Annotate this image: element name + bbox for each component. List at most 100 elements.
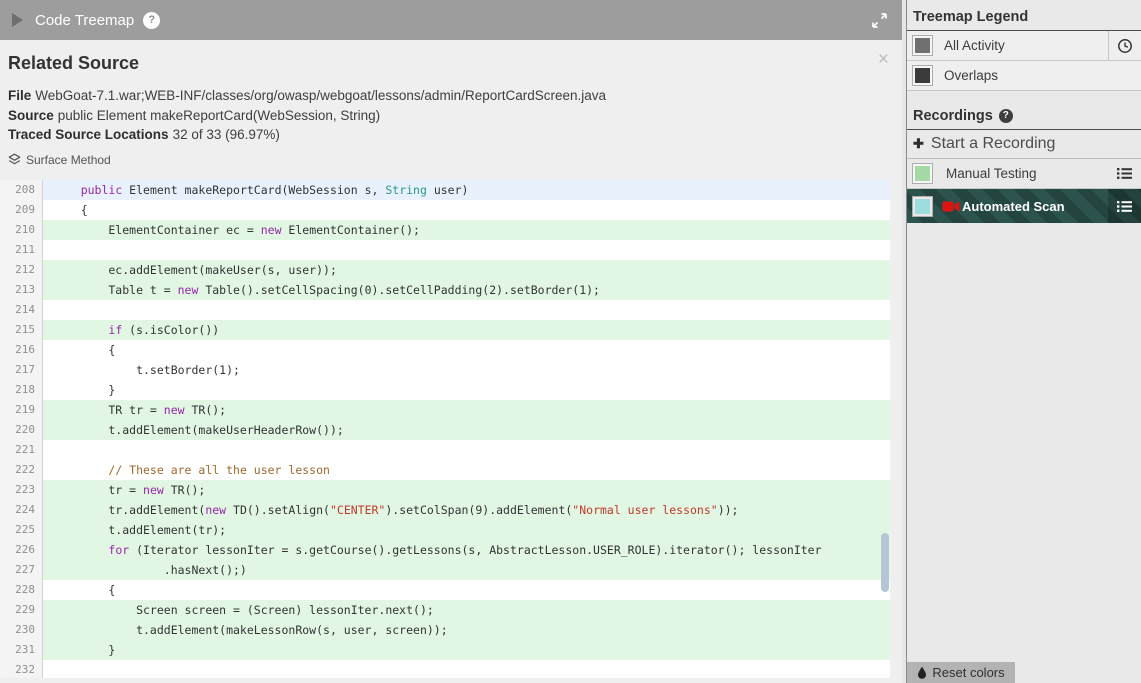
code-line-222: 222 // These are all the user lesson [0,460,890,480]
treemap-sidebar: Treemap Legend All Activity Overlaps Rec… [906,0,1141,683]
clock-icon [1118,38,1132,53]
manual-testing-menu-button[interactable] [1108,159,1141,188]
code-text: { [53,583,116,597]
legend-title-text: Treemap Legend [913,9,1029,25]
all-activity-label: All Activity [944,38,1005,53]
line-number: 214 [0,300,43,320]
code-line-213: 213 Table t = new Table().setCellSpacing… [0,280,890,300]
collapse-arrow-icon[interactable] [12,13,23,27]
code-treemap-titlebar: Code Treemap ? [0,0,902,40]
code-line-217: 217 t.setBorder(1); [0,360,890,380]
line-number: 221 [0,440,43,460]
source-metadata: File WebGoat-7.1.war;WEB-INF/classes/org/… [8,86,894,145]
help-icon[interactable]: ? [143,11,161,29]
code-text: public Element makeReportCard(WebSession… [80,183,469,197]
code-treemap-view: Code Treemap ? Related Source × File WebG… [0,0,1141,683]
list-icon [1117,168,1132,179]
code-line-214: 214 [0,300,890,320]
close-icon[interactable]: × [878,50,889,69]
code-line-223: 223 tr = new TR(); [0,480,890,500]
scrollbar-thumb[interactable] [881,533,889,592]
line-number: 229 [0,600,43,620]
code-viewer: 208 public Element makeReportCard(WebSes… [0,180,890,678]
recording-row-automated-scan[interactable]: Automated Scan [907,189,1141,223]
line-number: 222 [0,460,43,480]
line-number: 215 [0,320,43,340]
recordings-help-icon[interactable]: ? [998,109,1013,123]
legend-item-overlaps[interactable]: Overlaps [907,61,1141,91]
reset-colors-button[interactable]: Reset colors [907,662,1015,683]
line-number: 224 [0,500,43,520]
automated-scan-swatch [913,196,932,216]
surface-method-tag: Surface Method [8,153,902,167]
line-number: 225 [0,520,43,540]
expand-icon[interactable] [870,11,889,30]
code-line-227: 227 .hasNext();) [0,560,890,580]
line-number: 219 [0,400,43,420]
code-line-228: 228 { [0,580,890,600]
line-number: 232 [0,660,43,678]
related-source-panel: Code Treemap ? Related Source × File WebG… [0,0,902,683]
line-number: 210 [0,220,43,240]
droplet-icon [918,666,927,679]
code-text: { [53,343,116,357]
code-line-229: 229 Screen screen = (Screen) lessonIter.… [0,600,890,620]
code-line-208: 208 public Element makeReportCard(WebSes… [0,180,890,200]
code-line-226: 226 for (Iterator lessonIter = s.getCour… [0,540,890,560]
line-number: 212 [0,260,43,280]
code-text: ElementContainer ec = new ElementContain… [53,223,420,237]
code-text: t.addElement(makeLessonRow(s, user, scre… [53,623,448,637]
reset-colors-label: Reset colors [932,665,1005,680]
code-line-216: 216 { [0,340,890,360]
recording-row-manual-testing[interactable]: Manual Testing [907,159,1141,189]
line-number: 213 [0,280,43,300]
plus-icon: ✚ [913,136,924,151]
traced-value: 32 of 33 (96.97%) [172,127,280,142]
layers-icon [8,153,21,165]
surface-method-label: Surface Method [26,152,111,167]
line-number: 226 [0,540,43,560]
activity-time-button[interactable] [1108,31,1141,60]
line-number: 231 [0,640,43,660]
list-icon [1117,200,1132,212]
panel-title: Related Source [8,53,140,73]
traced-label: Traced Source Locations [8,127,169,142]
legend-item-all-activity[interactable]: All Activity [907,31,1141,61]
legend-title: Treemap Legend [907,0,1141,31]
file-label: File [8,88,32,103]
traced-locations-line: Traced Source Locations 32 of 33 (96.97%) [8,125,894,145]
line-number: 216 [0,340,43,360]
file-line: File WebGoat-7.1.war;WEB-INF/classes/org/… [8,86,894,106]
code-line-219: 219 TR tr = new TR(); [0,400,890,420]
line-number: 209 [0,200,43,220]
code-line-209: 209 { [0,200,890,220]
all-activity-swatch [913,36,932,55]
code-line-221: 221 [0,440,890,460]
code-line-232: 232 [0,660,890,678]
line-number: 208 [0,180,43,200]
code-line-231: 231 } [0,640,890,660]
line-number: 218 [0,380,43,400]
start-recording-label: Start a Recording [930,135,1056,152]
code-text: Table t = new Table().setCellSpacing(0).… [53,283,600,297]
manual-testing-swatch [913,164,932,183]
code-text: t.setBorder(1); [53,363,240,377]
page-title: Code Treemap [35,11,135,29]
code-line-224: 224 tr.addElement(new TD().setAlign("CEN… [0,500,890,520]
automated-scan-menu-button[interactable] [1108,189,1141,223]
code-line-211: 211 [0,240,890,260]
code-line-212: 212 ec.addElement(makeUser(s, user)); [0,260,890,280]
code-text: t.addElement(tr); [53,523,227,537]
source-label: Source [8,107,54,123]
source-line: Source public Element makeReportCard(WebS… [8,106,894,126]
code-text: .hasNext();) [53,563,247,577]
code-text: tr = new TR(); [53,483,206,497]
code-text: tr.addElement(new TD().setAlign("CENTER"… [53,503,739,517]
line-number: 228 [0,580,43,600]
code-text: if (s.isColor()) [108,323,220,337]
start-recording-button[interactable]: ✚ Start a Recording [907,130,1141,159]
code-text: t.addElement(makeUserHeaderRow()); [53,423,344,437]
